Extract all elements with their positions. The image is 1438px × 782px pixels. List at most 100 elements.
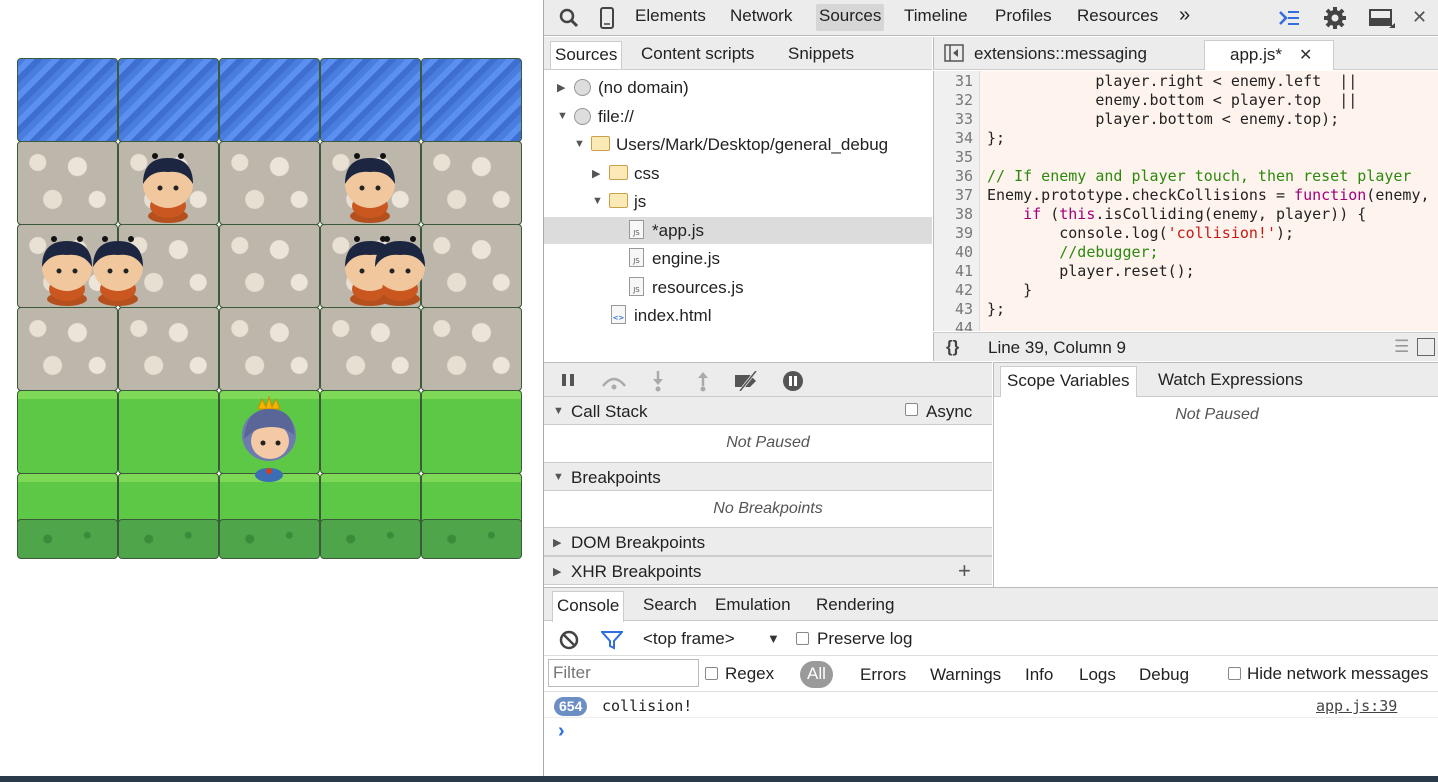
code-line[interactable]: // If enemy and player touch, then reset… <box>987 167 1411 185</box>
tab-elements[interactable]: Elements <box>635 6 706 26</box>
level-logs[interactable]: Logs <box>1079 665 1116 685</box>
subtab-snippets[interactable]: Snippets <box>788 44 854 64</box>
filter-icon[interactable] <box>599 630 625 655</box>
expand-icon[interactable]: ▶ <box>557 81 565 94</box>
console-drawer-icon[interactable] <box>1277 8 1301 33</box>
tab-timeline[interactable]: Timeline <box>904 6 968 26</box>
code-line[interactable]: } <box>987 281 1032 299</box>
tab-network[interactable]: Network <box>730 6 792 26</box>
line-number[interactable]: 36 <box>955 167 973 185</box>
code-line[interactable]: }; <box>987 300 1005 318</box>
tab-sources[interactable]: Sources <box>816 4 885 31</box>
level-all[interactable]: All <box>800 661 833 688</box>
hide-network-checkbox[interactable] <box>1228 667 1241 680</box>
line-number[interactable]: 32 <box>955 91 973 109</box>
line-number[interactable]: 31 <box>955 72 973 90</box>
regex-checkbox[interactable] <box>705 667 718 680</box>
tab-search[interactable]: Search <box>643 595 697 615</box>
more-tabs-icon[interactable]: » <box>1179 4 1190 27</box>
tab-resources[interactable]: Resources <box>1077 6 1158 26</box>
tab-emulation[interactable]: Emulation <box>715 595 791 615</box>
line-number[interactable]: 39 <box>955 224 973 242</box>
step-into-icon[interactable] <box>651 370 665 397</box>
dock-side-icon[interactable] <box>1369 9 1395 34</box>
preserve-log-checkbox[interactable] <box>796 632 809 645</box>
breakpoints-header[interactable]: ▼ Breakpoints <box>544 462 992 491</box>
clear-console-icon[interactable] <box>559 630 579 655</box>
toggle-navigator-icon[interactable] <box>944 44 964 67</box>
tree-item-app-js[interactable]: JS *app.js <box>544 217 932 244</box>
line-number[interactable]: 38 <box>955 205 973 223</box>
async-checkbox[interactable] <box>905 403 918 416</box>
line-number[interactable]: 40 <box>955 243 973 261</box>
editor-tab-app-js[interactable]: app.js* ✕ <box>1204 40 1334 70</box>
tab-profiles[interactable]: Profiles <box>995 6 1052 26</box>
tree-item-engine-js[interactable]: JS engine.js <box>544 245 932 272</box>
console-prompt-area[interactable]: › <box>544 720 1438 760</box>
dom-breakpoints-header[interactable]: ▶ DOM Breakpoints <box>544 527 992 556</box>
filter-input[interactable] <box>548 659 699 687</box>
device-mode-icon[interactable] <box>598 7 616 34</box>
expand-icon[interactable]: ▶ <box>592 167 600 180</box>
line-number[interactable]: 34 <box>955 129 973 147</box>
code-line[interactable]: enemy.bottom < player.top || <box>987 91 1357 109</box>
frame-select[interactable]: <top frame> <box>643 629 735 649</box>
level-debug[interactable]: Debug <box>1139 665 1189 685</box>
level-errors[interactable]: Errors <box>860 665 906 685</box>
code-line[interactable]: player.right < enemy.left || <box>987 72 1357 90</box>
message-source-link[interactable]: app.js:39 <box>1316 697 1397 715</box>
code-line[interactable]: if (this.isColliding(enemy, player)) { <box>987 205 1366 223</box>
subtab-content-scripts[interactable]: Content scripts <box>641 44 754 64</box>
tab-console[interactable]: Console <box>552 591 625 622</box>
code-line[interactable]: Enemy.prototype.checkCollisions = functi… <box>987 186 1438 204</box>
code-line[interactable]: console.log('collision!'); <box>987 224 1294 242</box>
tree-item-no-domain[interactable]: ▶ (no domain) <box>544 74 932 101</box>
step-out-icon[interactable] <box>696 370 710 397</box>
tree-item-index-html[interactable]: <> index.html <box>544 302 932 329</box>
code-editor[interactable]: 31 32 33 34 35 36 37 38 39 40 41 42 43 44 player.righ… <box>933 71 1438 331</box>
step-over-icon[interactable] <box>600 372 628 395</box>
line-number[interactable]: 41 <box>955 262 973 280</box>
level-info[interactable]: Info <box>1025 665 1053 685</box>
code-line[interactable]: player.bottom < enemy.top); <box>987 110 1339 128</box>
line-number[interactable]: 44 <box>955 319 973 331</box>
collapse-icon[interactable]: ▼ <box>574 138 585 150</box>
search-icon[interactable] <box>558 7 580 34</box>
subtab-sources[interactable]: Sources <box>550 41 623 69</box>
code-line[interactable]: player.reset(); <box>987 262 1194 280</box>
collapse-icon[interactable]: ▼ <box>557 110 568 122</box>
tree-item-folder-root[interactable]: ▼ Users/Mark/Desktop/general_debug <box>544 131 932 158</box>
gear-icon[interactable] <box>1323 6 1347 35</box>
line-number[interactable]: 33 <box>955 110 973 128</box>
tree-item-js[interactable]: ▼ js <box>544 188 932 215</box>
line-number[interactable]: 43 <box>955 300 973 318</box>
close-icon[interactable]: ✕ <box>1412 7 1427 28</box>
chevron-down-icon[interactable]: ▼ <box>767 631 780 646</box>
tab-scope-variables[interactable]: Scope Variables <box>1000 366 1137 397</box>
collapse-icon[interactable]: ▼ <box>592 195 603 207</box>
menu-lines-icon[interactable]: ☰ <box>1394 337 1409 357</box>
code-line[interactable]: }; <box>987 129 1005 147</box>
add-xhr-breakpoint-icon[interactable]: + <box>958 558 971 584</box>
code-line[interactable]: //debugger; <box>987 243 1158 261</box>
line-number[interactable]: 42 <box>955 281 973 299</box>
tree-item-file[interactable]: ▼ file:// <box>544 103 932 130</box>
line-gutter[interactable]: 31 32 33 34 35 36 37 38 39 40 41 42 43 44 <box>934 71 980 331</box>
pause-on-exceptions-icon[interactable] <box>782 370 804 397</box>
level-warnings[interactable]: Warnings <box>930 665 1001 685</box>
tab-watch-expressions[interactable]: Watch Expressions <box>1158 370 1303 390</box>
editor-tab-messaging[interactable]: extensions::messaging <box>974 44 1147 64</box>
pretty-print-icon[interactable]: {} <box>946 337 959 357</box>
tree-item-css[interactable]: ▶ css <box>544 160 932 187</box>
collapse-icon[interactable]: ▼ <box>553 405 564 417</box>
line-number[interactable]: 37 <box>955 186 973 204</box>
close-tab-icon[interactable]: ✕ <box>1299 45 1312 65</box>
call-stack-header[interactable]: ▼ Call Stack Async <box>544 396 992 425</box>
tab-rendering[interactable]: Rendering <box>816 595 894 615</box>
toggle-debugger-icon[interactable] <box>1417 338 1435 356</box>
deactivate-breakpoints-icon[interactable] <box>732 370 762 396</box>
expand-icon[interactable]: ▶ <box>553 536 561 549</box>
xhr-breakpoints-header[interactable]: ▶ XHR Breakpoints + <box>544 556 992 585</box>
expand-icon[interactable]: ▶ <box>553 565 561 578</box>
tree-item-resources-js[interactable]: JS resources.js <box>544 274 932 301</box>
